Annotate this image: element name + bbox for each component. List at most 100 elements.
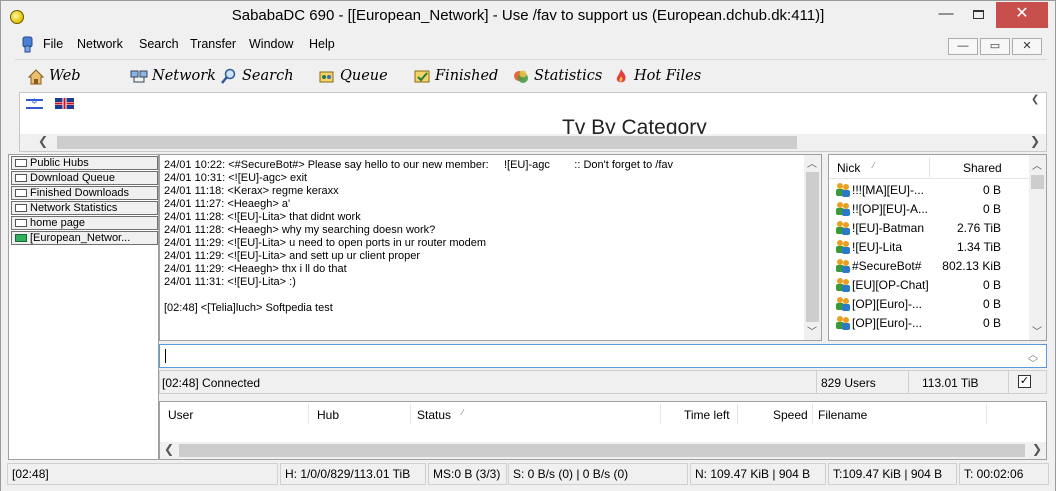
column-divider[interactable] [929,157,930,177]
column-divider[interactable] [410,404,411,424]
divider [1008,371,1009,393]
toolbar-finished-label: Finished [435,68,499,84]
user-shared: 2.76 TiB [956,221,1001,235]
column-divider[interactable] [737,404,738,424]
user-row[interactable]: [OP][Euro]-... 0 B [835,314,1031,333]
hub-info-scrollbar[interactable]: ❮ ❯ [20,134,1046,151]
chat-line: 24/01 11:28: <Heaegh> why my searching d… [164,224,436,236]
maximize-button[interactable] [962,2,994,28]
column-nick[interactable]: Nick [837,161,860,175]
toolbar-network-button[interactable]: Network [130,65,216,87]
israel-flag-icon[interactable] [26,97,43,109]
mdi-close-button[interactable]: ✕ [1012,38,1042,55]
user-row[interactable]: #SecureBot# 802.13 KiB [835,257,1031,276]
mdi-restore-button[interactable]: ▭ [980,38,1010,55]
chat-log[interactable]: 24/01 10:22: <#SecureBot#> Please say he… [159,154,822,341]
tab-home-page[interactable]: home page [11,216,158,230]
uk-flag-icon[interactable] [55,98,74,109]
chat-scrollbar[interactable]: ︿ ﹀ [804,155,821,340]
menu-search[interactable]: Search [139,37,179,51]
scroll-up-icon[interactable]: ︿ [807,155,817,170]
scroll-up-icon[interactable]: ❮ [1031,94,1039,105]
column-status[interactable]: Status [417,408,451,422]
window-title: SababaDC 690 - [[European_Network] - Use… [231,7,825,24]
tab-network-statistics[interactable]: Network Statistics [11,201,158,215]
show-userlist-checkbox[interactable]: ✓ [1018,375,1031,388]
column-filename[interactable]: Filename [818,408,867,422]
user-row[interactable]: !!![MA][EU]-... 0 B [835,181,1031,200]
hub-user-count: 829 Users [821,376,876,390]
tab-label: Finished Downloads [30,187,130,199]
user-row[interactable]: !![OP][EU]-A... 0 B [835,200,1031,219]
user-op-icon [836,183,850,197]
app-menu-icon[interactable] [20,36,36,53]
finished-icon [414,70,430,82]
close-button[interactable]: ✕ [996,2,1048,28]
tab-download-queue[interactable]: Download Queue [11,171,158,185]
scroll-left-icon[interactable]: ❮ [164,442,174,456]
scroll-down-icon[interactable]: ﹀ [1032,323,1042,338]
message-input[interactable]: ︿ ﹀ [159,344,1047,370]
search-icon [221,68,236,84]
column-divider[interactable] [986,404,987,424]
user-op-icon [836,221,850,235]
column-hub[interactable]: Hub [317,408,339,422]
scrollbar-thumb[interactable] [57,136,797,149]
column-divider[interactable] [812,404,813,424]
column-shared[interactable]: Shared [963,161,1002,175]
menu-file[interactable]: File [43,37,63,51]
user-row[interactable]: ![EU]-Batman 2.76 TiB [835,219,1031,238]
toolbar-web-button[interactable]: Web [27,65,81,87]
user-op-icon [836,297,850,311]
menu-transfer[interactable]: Transfer [190,37,236,51]
toolbar-queue-button[interactable]: Queue [318,65,388,87]
minimize-button[interactable]: — [930,2,962,28]
column-speed[interactable]: Speed [773,408,808,422]
scrollbar-thumb[interactable] [806,172,819,322]
title-bar[interactable]: SababaDC 690 - [[European_Network] - Use… [1,1,1055,33]
user-row[interactable]: ![EU]-Lita 1.34 TiB [835,238,1031,257]
tab-finished-downloads[interactable]: Finished Downloads [11,186,158,200]
menu-network[interactable]: Network [77,37,123,51]
transfer-list[interactable]: User Hub Status ⁄ Time left Speed Filena… [159,401,1047,460]
scroll-left-icon[interactable]: ❮ [38,134,48,148]
status-speed: S: 0 B/s (0) | 0 B/s (0) [508,463,688,485]
status-network: N: 109.47 KiB | 904 B [690,463,826,485]
statistics-icon [514,70,528,83]
scrollbar-thumb[interactable] [1031,175,1044,189]
toolbar-finished-button[interactable]: Finished [413,65,498,87]
toolbar-queue-label: Queue [340,68,388,84]
chat-line: 24/01 11:31: <![EU]-Lita> :) [164,276,296,288]
status-slots: MS:0 B (3/3) [428,463,507,485]
scrollbar-thumb[interactable] [179,444,1025,457]
column-user[interactable]: User [168,408,193,422]
user-list-scrollbar[interactable]: ︿ ﹀ [1029,155,1046,340]
user-nick: #SecureBot# [852,259,922,273]
toolbar-statistics-button[interactable]: Statistics [512,65,602,87]
scroll-up-icon[interactable]: ︿ [1032,157,1042,172]
scroll-down-icon[interactable]: ﹀ [807,323,817,338]
menu-window[interactable]: Window [249,37,293,51]
toolbar-hot-files-button[interactable]: Hot Files [612,65,701,87]
scroll-down-icon[interactable]: ﹀ [1028,355,1038,370]
user-row[interactable]: [EU][OP-Chat] 0 B [835,276,1031,295]
chat-line: [02:48] <[Telia]luch> Softpedia test [164,302,333,314]
user-list[interactable]: Nick ⁄ Shared !!![MA][EU]-... 0 B !![OP][… [828,154,1047,341]
toolbar-web-label: Web [49,68,81,84]
tab-icon [15,219,27,227]
toolbar-search-button[interactable]: Search [220,65,294,87]
user-nick: [OP][Euro]-... [852,297,923,311]
user-row[interactable]: [OP][Euro]-... 0 B [835,295,1031,314]
menu-help[interactable]: Help [309,37,335,51]
transfer-list-scrollbar[interactable]: ❮ ❯ [160,442,1046,459]
tab-public-hubs[interactable]: Public Hubs [11,156,158,170]
column-divider[interactable] [660,404,661,424]
mdi-minimize-button[interactable]: — [948,38,978,55]
tab-european-network[interactable]: [European_Networ... [11,231,158,245]
tab-label: [European_Networ... [30,232,131,244]
column-divider[interactable] [308,404,309,424]
column-time-left[interactable]: Time left [684,408,730,422]
scroll-right-icon[interactable]: ❯ [1030,134,1040,148]
status-total: T:109.47 KiB | 904 B [828,463,957,485]
scroll-right-icon[interactable]: ❯ [1032,442,1042,456]
